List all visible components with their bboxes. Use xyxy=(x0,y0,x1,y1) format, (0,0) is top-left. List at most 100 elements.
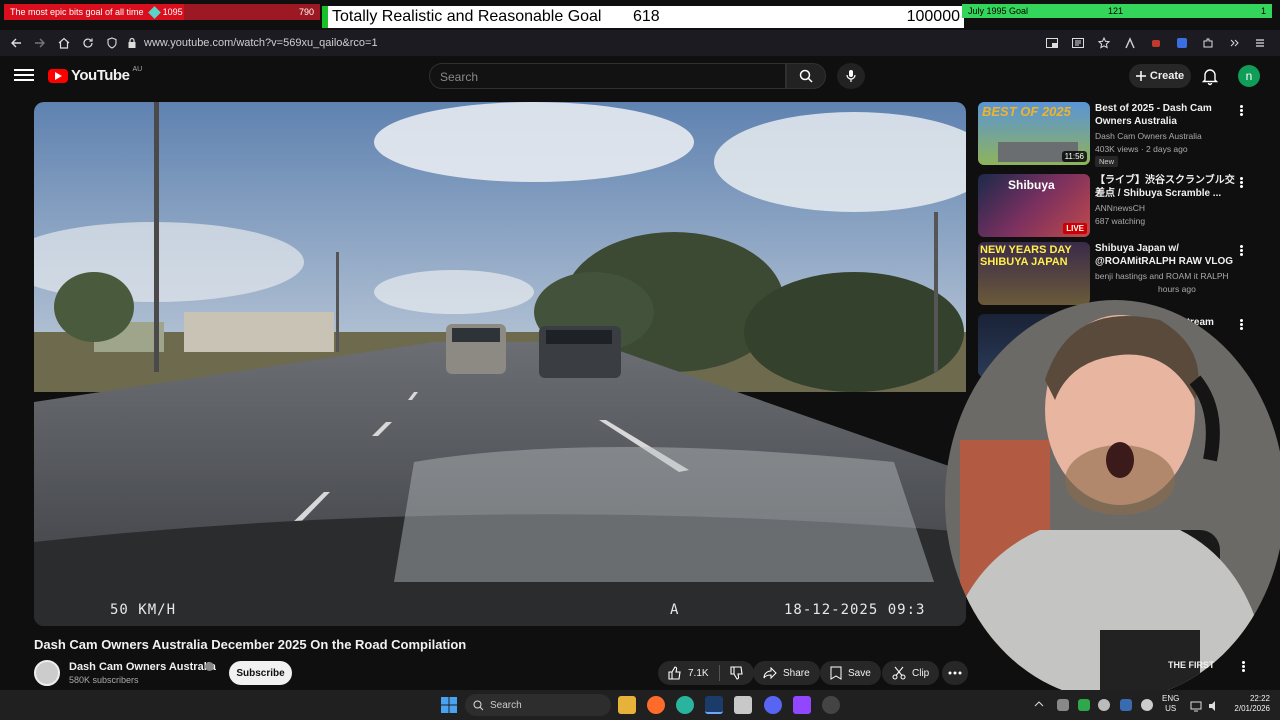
tray-app-icon[interactable] xyxy=(1057,699,1069,711)
windows-taskbar: Search ENG US 22:22 2/01/2026 xyxy=(0,690,1280,720)
subscribe-button[interactable]: Subscribe xyxy=(229,661,292,685)
steam-icon[interactable] xyxy=(705,696,723,714)
recommendation-meta: 403K views · 2 days ago xyxy=(1095,144,1188,154)
share-label: Share xyxy=(783,667,810,679)
july-goal-bar: July 1995 Goal 121 1 xyxy=(962,4,1272,18)
video-player[interactable]: 50 KM/H A 18-12-2025 09:3 xyxy=(34,102,966,626)
mode-overlay: A xyxy=(670,602,680,618)
plus-icon xyxy=(1135,71,1146,81)
bits-goal-bar: The most epic bits goal of all time 1095… xyxy=(4,4,320,20)
more-vertical-icon[interactable] xyxy=(1236,176,1246,190)
reload-icon[interactable] xyxy=(76,31,100,55)
extension-red-icon[interactable] xyxy=(1144,31,1168,55)
country-code: AU xyxy=(132,66,143,73)
youtube-logo[interactable]: YouTube AU xyxy=(48,66,143,84)
recommendation-channel[interactable]: Dash Cam Owners Australia xyxy=(1095,131,1202,141)
volume-icon[interactable] xyxy=(1208,699,1220,711)
create-label: Create xyxy=(1149,70,1185,82)
app-menu-icon[interactable] xyxy=(1248,31,1272,55)
account-avatar[interactable]: n xyxy=(1238,65,1260,87)
browser-toolbar: www.youtube.com/watch?v=569xu_qailo&rco=… xyxy=(0,30,1280,56)
system-clock[interactable]: 22:22 2/01/2026 xyxy=(1228,694,1270,714)
dashcam-scene xyxy=(34,102,966,626)
reasonable-goal-bar: Totally Realistic and Reasonable Goal 61… xyxy=(328,6,964,28)
tray-gray-icon[interactable] xyxy=(1098,699,1110,711)
voice-search-button[interactable] xyxy=(837,63,865,89)
save-button[interactable]: Save xyxy=(820,661,881,685)
create-button[interactable]: Create xyxy=(1129,64,1191,88)
extension-blue-icon[interactable] xyxy=(1170,31,1194,55)
channel-name[interactable]: Dash Cam Owners Australia xyxy=(69,661,216,673)
goal-title: Totally Realistic and Reasonable Goal xyxy=(332,8,602,25)
thumbs-down-icon[interactable] xyxy=(730,666,744,680)
tray-chevron-icon[interactable] xyxy=(1034,696,1046,714)
browser-extensions xyxy=(1040,31,1272,55)
overflow-chevron-icon[interactable] xyxy=(1222,31,1246,55)
verified-icon xyxy=(205,662,214,671)
lock-icon[interactable] xyxy=(124,31,140,55)
file-explorer-icon[interactable] xyxy=(618,696,636,714)
windows-start-icon[interactable] xyxy=(440,696,458,714)
screen: The most epic bits goal of all time 1095… xyxy=(0,0,1280,720)
forward-icon[interactable] xyxy=(28,31,52,55)
recommendation-channel[interactable]: ANNnewsCH xyxy=(1095,203,1145,213)
thumbs-up-icon[interactable] xyxy=(668,666,682,680)
firefox-icon[interactable] xyxy=(647,696,665,714)
video-title: Dash Cam Owners Australia December 2025 … xyxy=(34,637,467,652)
share-icon xyxy=(763,667,777,679)
gem-icon xyxy=(147,5,161,19)
reader-icon[interactable] xyxy=(1066,31,1090,55)
picture-in-picture-icon[interactable] xyxy=(1040,31,1064,55)
extensions-puzzle-icon[interactable] xyxy=(1196,31,1220,55)
notifications-bell-icon[interactable] xyxy=(1200,66,1220,86)
like-count[interactable]: 7.1K xyxy=(688,668,709,679)
edge-icon[interactable] xyxy=(676,696,694,714)
more-vertical-icon[interactable] xyxy=(1236,104,1246,118)
tray-green-icon[interactable] xyxy=(1078,699,1090,711)
tray-steam-icon[interactable] xyxy=(1120,699,1132,711)
video-thumbnail[interactable]: BEST OF 2025 11:56 xyxy=(978,102,1090,165)
extension-a-icon[interactable] xyxy=(1118,31,1142,55)
goal-current: 618 xyxy=(633,8,660,25)
goal-max: 1 xyxy=(1260,6,1266,16)
recommendation-item[interactable]: BEST OF 2025 11:56 Best of 2025 - Dash C… xyxy=(978,102,1268,167)
thumbnail-text: Shibuya xyxy=(1008,178,1055,192)
tray-misc-icon[interactable] xyxy=(1141,699,1153,711)
new-badge: New xyxy=(1095,156,1119,167)
youtube-play-icon xyxy=(48,68,68,83)
home-icon[interactable] xyxy=(52,31,76,55)
save-label: Save xyxy=(848,667,871,679)
language-indicator[interactable]: ENG US xyxy=(1162,694,1179,714)
back-icon[interactable] xyxy=(4,31,28,55)
recommendation-title[interactable]: Best of 2025 - Dash Cam Owners Australia xyxy=(1095,102,1235,128)
channel-avatar[interactable] xyxy=(34,660,60,686)
more-vertical-icon[interactable] xyxy=(1238,660,1248,674)
recommendation-item[interactable]: Shibuya LIVE 【ライブ】渋谷スクランブル交差点 / Shibuya … xyxy=(978,174,1268,239)
taskbar-search[interactable]: Search xyxy=(465,694,611,716)
discord-icon[interactable] xyxy=(764,696,782,714)
thumbnail-text: BEST OF 2025 xyxy=(982,104,1071,119)
network-icon[interactable] xyxy=(1190,699,1202,712)
search-input[interactable]: Search xyxy=(429,63,786,89)
goal-current: 121 xyxy=(1108,6,1124,16)
recommendation-title[interactable]: THE FIRST xyxy=(1168,660,1215,670)
obs-icon[interactable] xyxy=(822,696,840,714)
goal-max: 100000 xyxy=(906,8,960,25)
hamburger-menu-icon[interactable] xyxy=(14,66,34,86)
twitch-icon[interactable] xyxy=(793,696,811,714)
video-thumbnail[interactable]: Shibuya LIVE xyxy=(978,174,1090,237)
more-vertical-icon[interactable] xyxy=(1236,244,1246,258)
youtube-header: YouTube AU Search Create n xyxy=(0,56,1280,96)
recommendation-title[interactable]: 【ライブ】渋谷スクランブル交差点 / Shibuya Scramble ... xyxy=(1095,174,1235,200)
bookmark-star-icon[interactable] xyxy=(1092,31,1116,55)
recommendation-title[interactable]: Shibuya Japan w/ @ROAMitRALPH RAW VLOG xyxy=(1095,242,1235,268)
microphone-icon xyxy=(846,70,856,82)
address-bar[interactable]: www.youtube.com/watch?v=569xu_qailo&rco=… xyxy=(144,37,378,49)
live-badge: LIVE xyxy=(1063,223,1087,234)
goal-max: 790 xyxy=(298,7,314,17)
search-button[interactable] xyxy=(786,63,826,89)
share-button[interactable]: Share xyxy=(753,661,820,685)
shield-icon[interactable] xyxy=(100,31,124,55)
snipping-tool-icon[interactable] xyxy=(734,696,752,714)
search-icon xyxy=(473,700,484,710)
